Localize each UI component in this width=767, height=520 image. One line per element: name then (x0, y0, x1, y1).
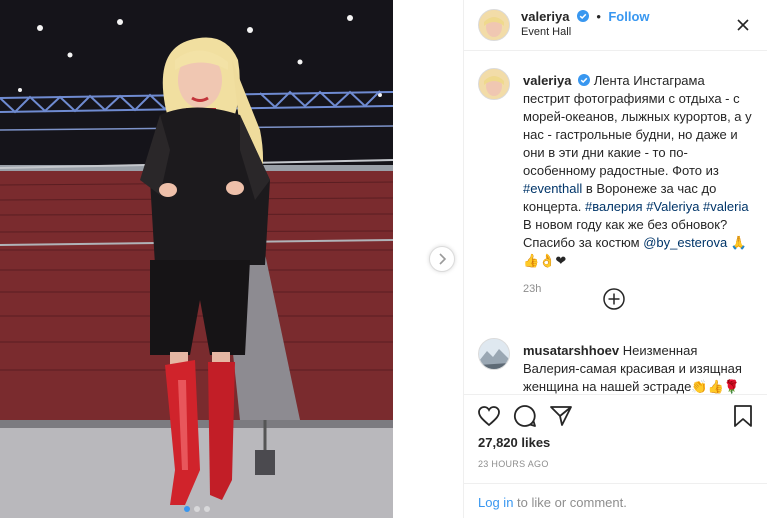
login-link[interactable]: Log in (478, 495, 513, 510)
post-timestamp: 23 HOURS AGO (478, 459, 549, 469)
instagram-post: valeriya • Follow Event Hall valeriya Ле… (0, 0, 767, 518)
separator-dot: • (596, 9, 601, 24)
heart-icon[interactable] (476, 403, 502, 429)
carousel-dot (193, 506, 200, 512)
comment: musatarshhoev Неизменная Валерия-самая к… (523, 342, 753, 396)
photo-illustration (0, 0, 393, 518)
caption-text: Лента Инстаграма пестрит фотографиями с … (523, 73, 752, 178)
commenter-avatar[interactable] (478, 338, 510, 370)
likes-count[interactable]: 27,820 likes (478, 435, 550, 450)
header-username[interactable]: valeriya (521, 9, 569, 24)
avatar-image (479, 69, 509, 99)
avatar[interactable] (478, 9, 510, 41)
hashtag-link[interactable]: #valeria (703, 199, 749, 214)
avatar-image (479, 339, 509, 369)
post-details-panel: valeriya • Follow Event Hall valeriya Ле… (463, 0, 767, 518)
caption-avatar[interactable] (478, 68, 510, 100)
post-header: valeriya • Follow Event Hall (464, 0, 767, 51)
hashtag-link[interactable]: #Valeriya (646, 199, 699, 214)
carousel-dot (183, 506, 190, 512)
login-prompt: Log in to like or comment. (464, 483, 767, 520)
carousel-dot (203, 506, 210, 512)
share-icon[interactable] (548, 403, 574, 429)
carousel-dots (0, 506, 393, 512)
hashtag-link[interactable]: #eventhall (523, 181, 582, 196)
login-prompt-text: to like or comment. (513, 495, 627, 510)
caption-time: 23h (523, 283, 542, 295)
post-photo[interactable] (0, 0, 393, 518)
comment-username[interactable]: musatarshhoev (523, 343, 619, 358)
post-actions: 27,820 likes 23 HOURS AGO Log in to like… (464, 394, 767, 519)
caption-username[interactable]: valeriya (523, 73, 571, 88)
add-comment-icon[interactable] (603, 288, 625, 310)
mention-link[interactable]: @by_esterova (643, 235, 727, 250)
verified-icon (578, 74, 591, 86)
more-options-icon[interactable] (736, 18, 750, 32)
next-arrow-icon (439, 253, 447, 265)
location-link[interactable]: Event Hall (521, 26, 571, 38)
bookmark-icon[interactable] (730, 403, 756, 429)
hashtag-link[interactable]: #валерия (585, 199, 643, 214)
next-photo-button[interactable] (429, 246, 455, 272)
follow-button[interactable]: Follow (608, 9, 649, 24)
verified-icon (576, 10, 589, 22)
avatar-image (479, 10, 509, 40)
caption: valeriya Лента Инстаграма пестрит фотогр… (523, 72, 753, 298)
comment-icon[interactable] (512, 403, 538, 429)
